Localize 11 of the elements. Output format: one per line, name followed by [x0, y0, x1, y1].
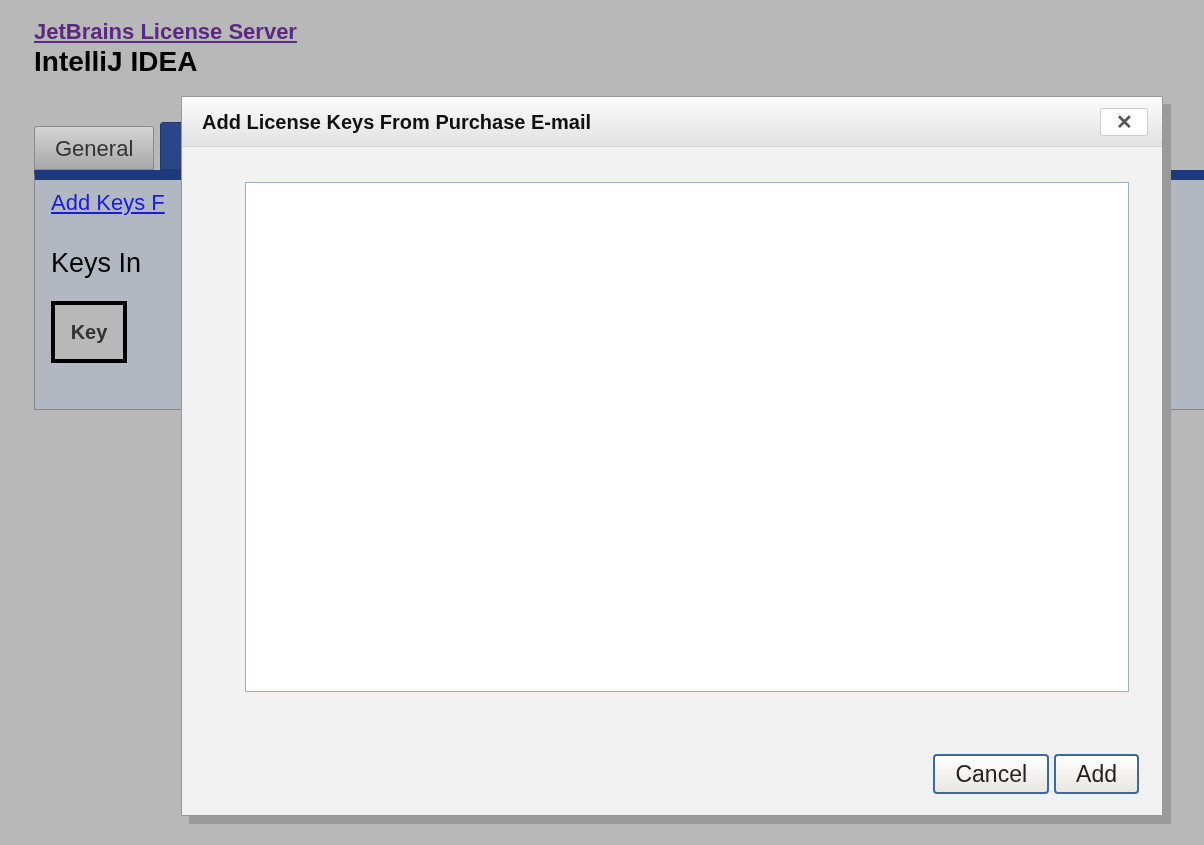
dialog-button[interactable]: Add [1054, 754, 1139, 794]
server-link[interactable]: JetBrains License Server [34, 18, 297, 46]
close-button[interactable]: ✕ [1100, 107, 1148, 136]
column-header: Key [51, 301, 127, 363]
dialog-button[interactable]: Cancel [933, 754, 1050, 794]
page-title: IntelliJ IDEA [34, 46, 199, 78]
add-keys-link[interactable]: Add Keys F [51, 190, 165, 216]
dialog-title: Add License Keys From Purchase E-mail [202, 109, 592, 135]
keys-textarea[interactable] [245, 182, 1129, 692]
section-heading: Keys In [51, 247, 143, 279]
tab[interactable]: General [34, 126, 155, 170]
